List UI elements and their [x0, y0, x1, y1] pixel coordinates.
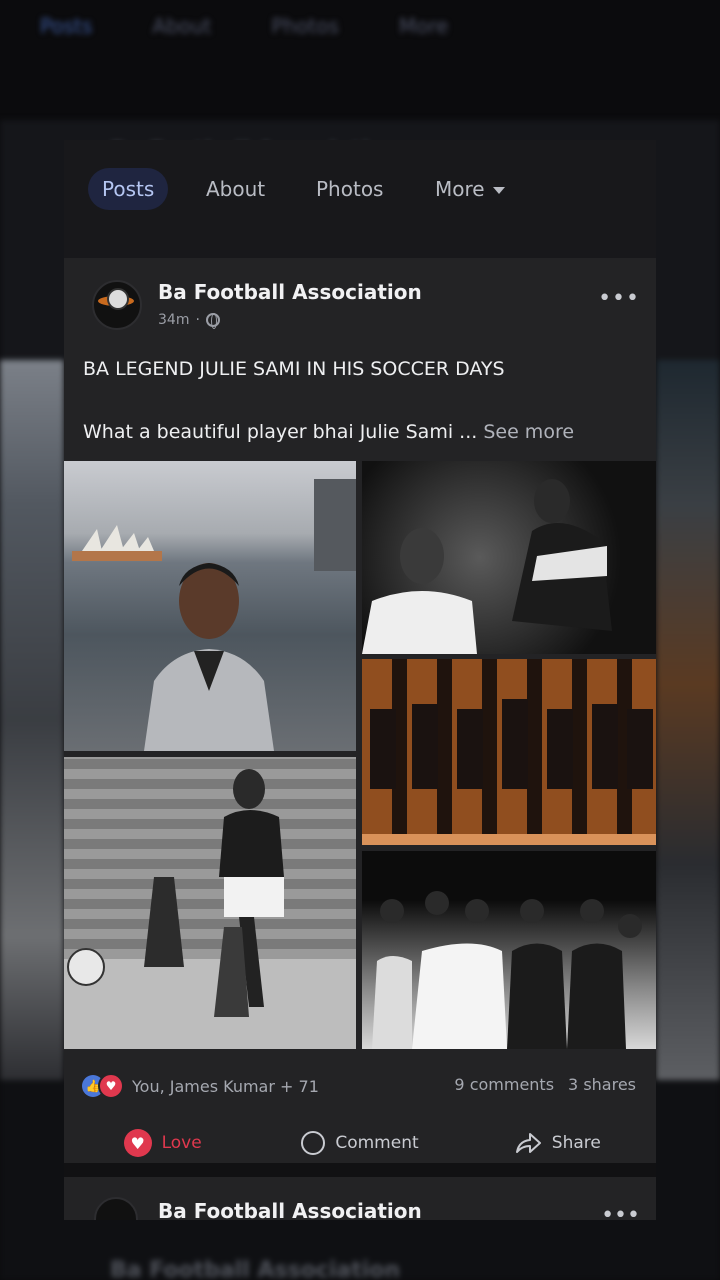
photo-team-group-bw[interactable]: [362, 851, 656, 1049]
bg-tab-posts: Posts: [40, 14, 93, 38]
comment-button[interactable]: Comment: [261, 1123, 458, 1163]
post-time[interactable]: 34m: [158, 312, 189, 328]
meta-dot: ·: [195, 312, 200, 328]
photo-team-lineup-orange[interactable]: [362, 659, 656, 845]
post-meta: 34m ·: [158, 312, 220, 329]
tab-more-label: More: [435, 177, 485, 201]
page-avatar[interactable]: [92, 280, 142, 330]
next-post-avatar[interactable]: [94, 1197, 138, 1220]
reactions-text: You, James Kumar + 71: [132, 1076, 319, 1096]
share-label: Share: [551, 1133, 601, 1153]
tab-posts[interactable]: Posts: [88, 168, 169, 210]
tab-about[interactable]: About: [192, 168, 279, 210]
facebook-page-panel: Posts About Photos More Ba Football Asso…: [64, 140, 656, 1220]
tab-photos[interactable]: Photos: [302, 168, 397, 210]
post-separator: [64, 1163, 656, 1177]
background-tabs: Posts About Photos More: [40, 14, 448, 38]
photo-grid: [64, 461, 656, 1049]
photo-sydney-portrait[interactable]: [64, 461, 356, 751]
love-button[interactable]: ♥ Love: [64, 1123, 261, 1163]
photo-two-players-bw[interactable]: [362, 461, 656, 654]
background-photo-left: [0, 360, 64, 1080]
players-shape: [362, 479, 612, 654]
post-body-preview: What a beautiful player bhai Julie Sami …: [83, 421, 478, 443]
reactions-summary[interactable]: 👍 ♥ You, James Kumar + 71: [82, 1073, 319, 1099]
football-icon: [107, 288, 129, 310]
post-actions: ♥ Love Comment Share: [64, 1123, 656, 1163]
more-options-icon[interactable]: •••: [598, 286, 640, 311]
ball-and-players-shape: [67, 877, 249, 1017]
team-lineup-shape: [362, 659, 656, 845]
next-post-page-name[interactable]: Ba Football Association: [158, 1199, 422, 1220]
bg-tab-about: About: [152, 14, 212, 38]
next-post-header: Ba Football Association •••: [64, 1177, 656, 1220]
group-people-shape: [372, 891, 642, 1049]
city-skyline-shape: [314, 479, 356, 571]
page-tabs: Posts About Photos More: [64, 140, 656, 258]
post-body: What a beautiful player bhai Julie Sami …: [83, 421, 574, 443]
next-post-more-icon[interactable]: •••: [601, 1203, 640, 1220]
engagement-counts: 9 comments 3 shares: [454, 1075, 636, 1094]
love-icon: ♥: [123, 1129, 152, 1157]
share-button[interactable]: Share: [459, 1123, 656, 1163]
comment-icon: [301, 1131, 326, 1155]
tab-more[interactable]: More: [421, 168, 519, 210]
shares-count[interactable]: 3 shares: [568, 1075, 636, 1094]
post-page-name[interactable]: Ba Football Association: [158, 280, 422, 304]
comment-label: Comment: [335, 1133, 419, 1153]
post-headline: BA LEGEND JULIE SAMI IN HIS SOCCER DAYS: [83, 358, 505, 380]
see-more-link[interactable]: See more: [483, 421, 574, 443]
bg-tab-photos: Photos: [271, 14, 339, 38]
background-next-title: Ba Football Association: [110, 1258, 401, 1280]
love-label: Love: [161, 1133, 202, 1153]
post-card: Ba Football Association 34m · ••• BA LEG…: [64, 258, 656, 1163]
comments-count[interactable]: 9 comments: [454, 1075, 554, 1094]
share-icon: [515, 1133, 541, 1153]
caret-down-icon: [492, 187, 505, 194]
man-in-tracksuit-shape: [144, 563, 274, 751]
globe-icon: [205, 313, 220, 329]
love-reaction-icon: ♥: [98, 1073, 124, 1099]
background-photo-right: [656, 360, 720, 1080]
bg-tab-more: More: [398, 14, 449, 38]
photo-player-with-ball[interactable]: [64, 757, 356, 1049]
